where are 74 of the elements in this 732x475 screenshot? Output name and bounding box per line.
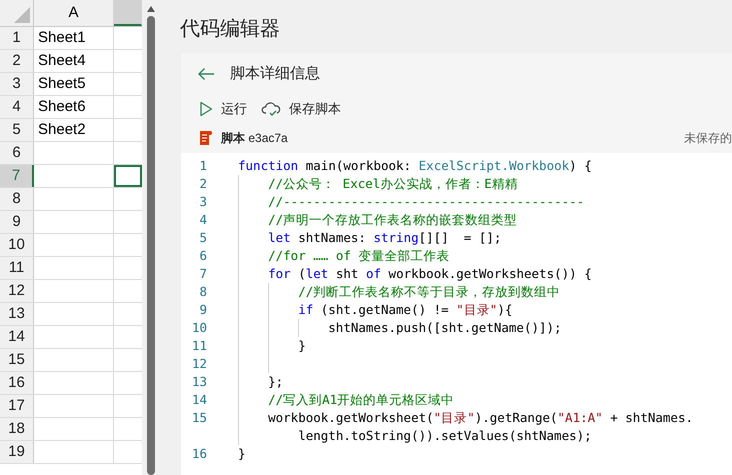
- row-header[interactable]: 8: [0, 188, 34, 210]
- save-status: 未保存的: [684, 130, 732, 147]
- line-number: 14: [190, 391, 208, 409]
- code-line: length.toString()).setValues(shtNames);: [298, 427, 592, 445]
- line-number: 5: [198, 229, 208, 247]
- row-header[interactable]: 18: [0, 418, 34, 440]
- line-number: 10: [190, 319, 208, 337]
- line-number: 3: [198, 193, 208, 211]
- row-header[interactable]: 5: [0, 119, 34, 141]
- line-number: 1: [198, 157, 208, 175]
- code-line: //判断工作表名称不等于目录，存放到数组中: [298, 283, 560, 301]
- row-header[interactable]: 10: [0, 234, 34, 256]
- code-line: //----------------------------------------: [268, 193, 584, 211]
- code-line: //公众号： Excel办公实战，作者：E精精: [268, 175, 518, 193]
- code-line: function main(workbook: ExcelScript.Workbook) {: [238, 157, 592, 175]
- code-line: };: [268, 373, 284, 391]
- row-header[interactable]: 16: [0, 372, 34, 394]
- row-header[interactable]: 12: [0, 280, 34, 302]
- column-header[interactable]: A: [34, 0, 114, 26]
- row-header[interactable]: 9: [0, 211, 34, 233]
- code-line: //声明一个存放工作表名称的嵌套数组类型: [268, 211, 518, 229]
- row-header[interactable]: 7: [0, 165, 34, 187]
- code-line: if (sht.getName() != "目录"){: [298, 301, 512, 319]
- row-header[interactable]: 15: [0, 349, 34, 371]
- scroll-up-icon[interactable]: [147, 6, 155, 12]
- line-number: 7: [198, 265, 208, 283]
- scrollbar-thumb[interactable]: [147, 16, 155, 475]
- code-line: //for …… of 变量全部工作表: [268, 247, 450, 265]
- code-line: //写入到A1开始的单元格区域中: [268, 391, 454, 409]
- line-number: 9: [198, 301, 208, 319]
- active-cell[interactable]: [114, 165, 142, 187]
- page-heading: 脚本详细信息: [230, 64, 320, 84]
- back-arrow-icon[interactable]: [197, 67, 215, 81]
- row-header[interactable]: 1: [0, 27, 34, 49]
- table-cell[interactable]: Sheet6: [34, 96, 114, 118]
- table-cell[interactable]: Sheet2: [34, 119, 114, 141]
- code-line: for (let sht of workbook.getWorksheets()) {: [268, 265, 592, 283]
- corner-triangle-icon: [14, 7, 30, 23]
- code-line: workbook.getWorksheet("目录").getRange("A1:A" + shtNames.: [268, 409, 693, 427]
- row-header[interactable]: 11: [0, 257, 34, 279]
- line-number: 13: [190, 373, 208, 391]
- pane-title: 代码编辑器: [180, 17, 281, 42]
- select-all-corner[interactable]: [0, 0, 34, 26]
- line-number: 2: [198, 175, 208, 193]
- line-number: 11: [190, 337, 208, 355]
- line-number: 8: [198, 283, 208, 301]
- row-header[interactable]: 3: [0, 73, 34, 95]
- row-header[interactable]: 6: [0, 142, 34, 164]
- table-cell[interactable]: Sheet1: [34, 27, 114, 49]
- line-number: 4: [198, 211, 208, 229]
- code-line: let shtNames: string[][] = [];: [268, 229, 502, 247]
- row-header[interactable]: 13: [0, 303, 34, 325]
- line-number: 16: [190, 445, 208, 463]
- code-line: }: [238, 445, 246, 463]
- row-header[interactable]: 17: [0, 395, 34, 417]
- line-number: 12: [190, 355, 208, 373]
- line-number: 6: [198, 247, 208, 265]
- script-icon: [197, 130, 213, 146]
- row-header[interactable]: 14: [0, 326, 34, 348]
- table-cell[interactable]: Sheet5: [34, 73, 114, 95]
- play-icon: [199, 101, 213, 117]
- row-header[interactable]: 2: [0, 50, 34, 72]
- table-cell[interactable]: Sheet4: [34, 50, 114, 72]
- column-header[interactable]: [114, 0, 142, 26]
- script-name: 脚本 e3ac7a: [221, 130, 288, 147]
- save-button[interactable]: 保存脚本: [261, 99, 341, 119]
- row-header[interactable]: 19: [0, 441, 34, 463]
- code-line: }: [298, 337, 306, 355]
- run-button[interactable]: 运行: [199, 99, 247, 119]
- line-number: 15: [190, 409, 208, 427]
- code-line: shtNames.push([sht.getName()]);: [328, 319, 562, 337]
- code-editor[interactable]: [181, 153, 732, 475]
- cloud-check-icon: [261, 101, 281, 117]
- row-header[interactable]: 4: [0, 96, 34, 118]
